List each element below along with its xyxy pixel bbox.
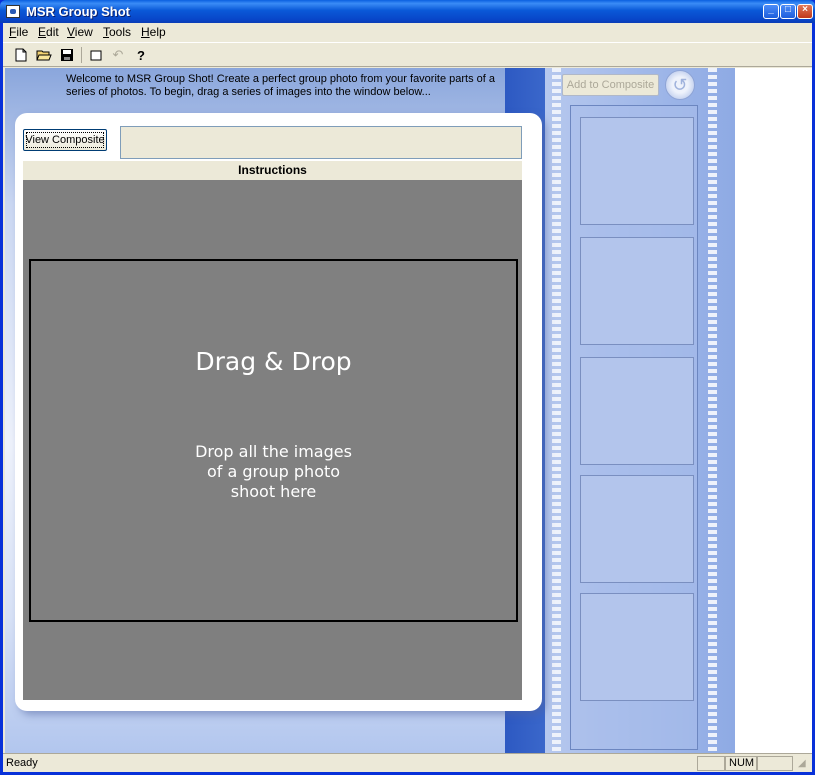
- app-icon[interactable]: [6, 5, 20, 18]
- minimize-icon: _: [768, 4, 774, 15]
- client-area: File Edit View Tools Help ↶ ? Welcome to…: [3, 23, 812, 772]
- open-folder-icon[interactable]: [35, 46, 53, 64]
- status-bar: Ready NUM ◢: [3, 753, 812, 772]
- thumbnail-slot[interactable]: [580, 237, 694, 345]
- status-pane-scroll: [757, 756, 793, 771]
- resize-grip-icon[interactable]: ◢: [798, 758, 806, 769]
- filmstrip-holes-left: [552, 68, 561, 753]
- drop-zone-subtitle: Drop all the images of a group photo sho…: [195, 442, 352, 501]
- menu-file[interactable]: File: [9, 25, 28, 39]
- drop-zone[interactable]: Drag & Drop Drop all the images of a gro…: [29, 259, 518, 622]
- status-pane-num: NUM: [725, 756, 757, 771]
- drop-zone-title: Drag & Drop: [195, 347, 352, 376]
- maximize-button[interactable]: □: [780, 4, 796, 19]
- status-pane-caps: [697, 756, 725, 771]
- close-button[interactable]: ×: [797, 4, 813, 19]
- save-icon[interactable]: [58, 46, 76, 64]
- minimize-button[interactable]: _: [763, 4, 779, 19]
- undo-icon[interactable]: ↶: [109, 46, 127, 64]
- undo-composite-icon[interactable]: ↺: [665, 70, 695, 100]
- info-box: [120, 126, 522, 159]
- add-to-composite-button[interactable]: Add to Composite: [562, 74, 659, 96]
- thumbnail-slot[interactable]: [580, 357, 694, 465]
- instructions-header: Instructions: [23, 161, 522, 180]
- help-icon[interactable]: ?: [132, 46, 150, 64]
- view-composite-button[interactable]: View Composite: [23, 129, 107, 151]
- menu-help[interactable]: Help: [141, 25, 166, 39]
- toolbar-separator: [81, 47, 82, 63]
- workspace: Welcome to MSR Group Shot! Create a perf…: [5, 68, 735, 753]
- new-document-icon[interactable]: [12, 46, 30, 64]
- select-rectangle-icon[interactable]: [87, 46, 105, 64]
- menu-bar: File Edit View Tools Help: [3, 23, 812, 42]
- thumbnail-slot[interactable]: [580, 117, 694, 225]
- thumbnail-slot[interactable]: [580, 475, 694, 583]
- maximize-icon: □: [784, 4, 792, 15]
- title-bar[interactable]: MSR Group Shot _ □ ×: [0, 0, 815, 23]
- menu-tools[interactable]: Tools: [103, 25, 131, 39]
- right-margin: [735, 68, 812, 753]
- thumbnail-slot[interactable]: [580, 593, 694, 701]
- filmstrip-holes-right: [708, 68, 717, 753]
- toolbar: ↶ ?: [3, 42, 812, 67]
- close-icon: ×: [802, 4, 808, 15]
- status-text: Ready: [6, 757, 38, 769]
- welcome-text: Welcome to MSR Group Shot! Create a perf…: [66, 73, 495, 98]
- menu-view[interactable]: View: [67, 25, 93, 39]
- menu-edit[interactable]: Edit: [38, 25, 59, 39]
- window-title: MSR Group Shot: [26, 4, 130, 19]
